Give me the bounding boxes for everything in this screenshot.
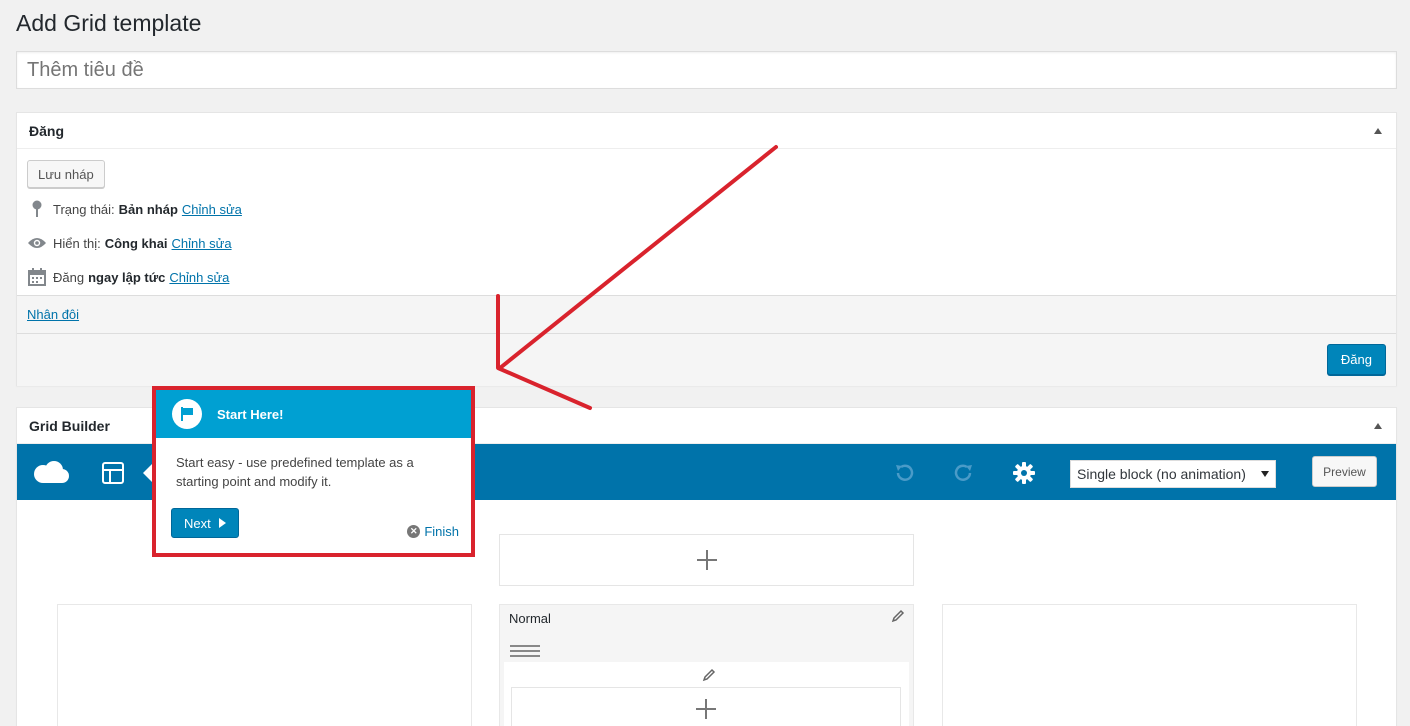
play-icon [218, 518, 226, 528]
eye-icon [27, 233, 47, 253]
duplicate-link[interactable]: Nhân đôi [27, 307, 79, 322]
edit-visibility-link[interactable]: Chỉnh sửa [172, 236, 232, 251]
edit-status-link[interactable]: Chỉnh sửa [182, 202, 242, 217]
pin-icon [27, 199, 47, 219]
schedule-value: ngay lập tức [88, 269, 166, 285]
grid-column-left[interactable] [57, 604, 472, 726]
column-title: Normal [509, 611, 551, 626]
publish-button[interactable]: Đăng [1326, 344, 1386, 375]
tour-finish-link[interactable]: ✕ Finish [407, 524, 459, 539]
status-value: Bản nháp [118, 201, 178, 217]
add-block-button[interactable] [511, 687, 901, 726]
visibility-value: Công khai [104, 235, 168, 251]
schedule-label: Đăng [53, 269, 85, 285]
grid-builder-heading: Grid Builder [29, 417, 110, 434]
collapse-arrow-icon[interactable] [1374, 127, 1382, 134]
save-draft-button[interactable]: Lưu nháp [27, 160, 105, 188]
pencil-icon[interactable] [702, 668, 716, 687]
visibility-label: Hiển thị: [53, 235, 101, 251]
animation-select[interactable]: Single block (no animation) [1070, 460, 1276, 488]
tour-header: Start Here! [156, 390, 471, 438]
gear-icon[interactable] [1009, 458, 1039, 488]
grid-column-middle[interactable]: Normal [499, 604, 914, 726]
plus-icon [696, 699, 716, 719]
preview-button[interactable]: Preview [1312, 456, 1377, 487]
tour-finish-label: Finish [424, 524, 459, 539]
add-row-button[interactable] [499, 534, 914, 586]
flag-icon [172, 399, 202, 429]
tour-pointer: Start Here! Start easy - use predefined … [152, 386, 475, 557]
status-label: Trạng thái: [53, 201, 115, 217]
undo-icon[interactable] [889, 458, 919, 488]
template-layout-icon[interactable] [98, 458, 128, 488]
block-container [504, 662, 909, 726]
publish-actions: Đăng [17, 333, 1396, 386]
redo-icon[interactable] [949, 458, 979, 488]
drag-handle-icon[interactable] [510, 645, 540, 660]
duplicate-row: Nhân đôi [17, 295, 1396, 333]
visibility-row: Hiển thị: Công khai Chỉnh sửa [27, 233, 232, 253]
animation-select-value: Single block (no animation) [1077, 466, 1246, 482]
tour-title: Start Here! [217, 406, 284, 422]
status-row: Trạng thái: Bản nháp Chỉnh sửa [27, 199, 242, 219]
title-input[interactable] [16, 51, 1397, 89]
grid-column-right[interactable] [942, 604, 1357, 726]
schedule-row: Đăng ngay lập tức Chỉnh sửa [27, 267, 229, 287]
close-circle-icon: ✕ [407, 525, 421, 538]
pencil-icon[interactable] [891, 609, 905, 628]
tour-next-button[interactable]: Next [171, 508, 239, 538]
tour-next-label: Next [184, 515, 211, 531]
publish-box: Đăng Lưu nháp Trạng thái: Bản nháp Chỉnh… [16, 112, 1397, 386]
calendar-icon [27, 267, 47, 287]
publish-box-header[interactable]: Đăng [17, 113, 1396, 149]
tour-body: Start easy - use predefined template as … [176, 455, 414, 489]
chevron-down-icon [1261, 471, 1269, 477]
page-title: Add Grid template [16, 10, 202, 36]
cloud-icon[interactable] [31, 458, 71, 488]
plus-icon [696, 544, 718, 576]
edit-schedule-link[interactable]: Chỉnh sửa [169, 270, 229, 285]
collapse-arrow-icon[interactable] [1374, 422, 1382, 429]
publish-heading: Đăng [29, 122, 64, 139]
